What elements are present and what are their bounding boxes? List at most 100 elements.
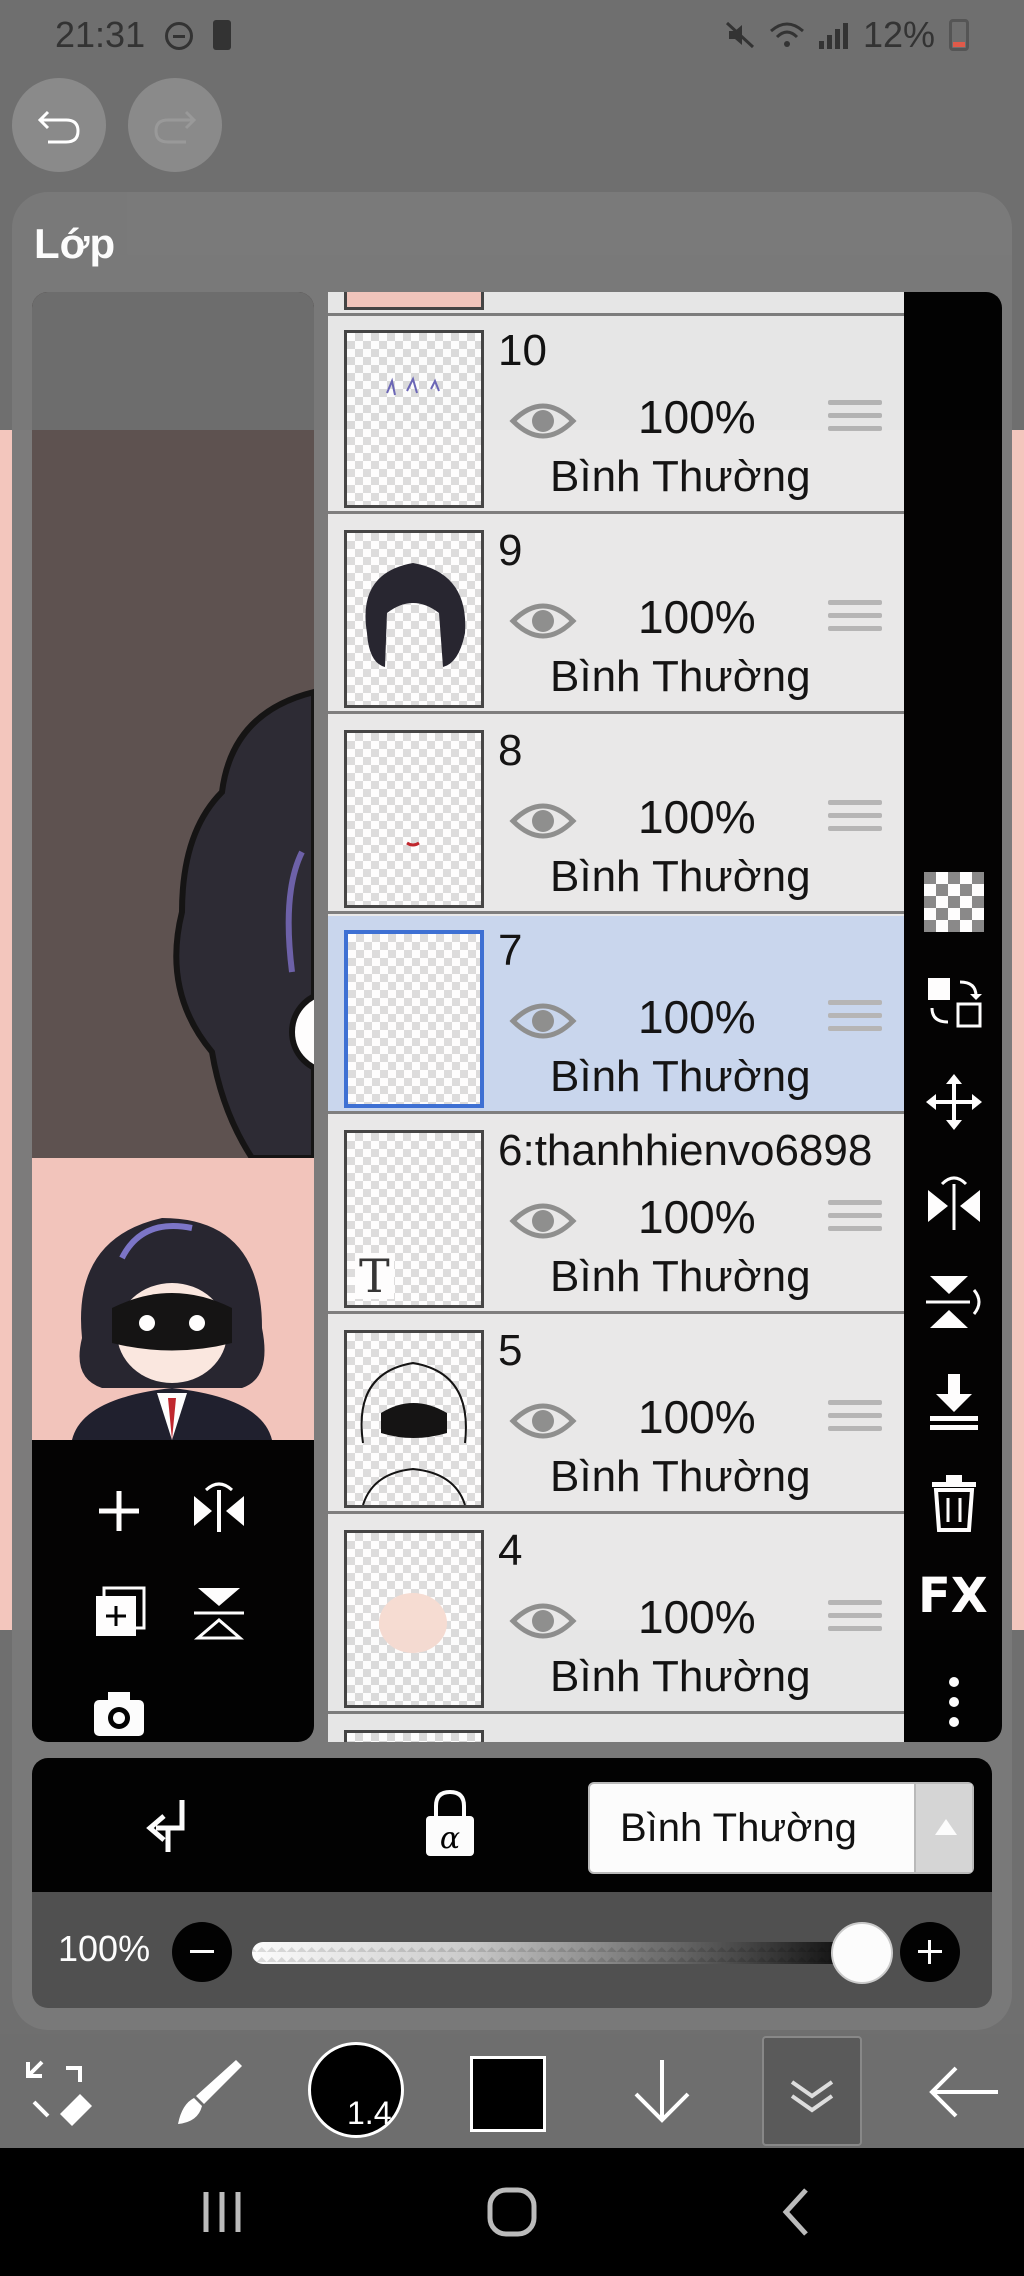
drag-handle-icon[interactable] <box>828 1400 882 1440</box>
layer-row-10[interactable]: 10 100% Bình Thường <box>328 316 904 514</box>
layer-thumbnail <box>344 530 484 708</box>
flip-vertical-icon[interactable] <box>184 1578 254 1648</box>
layer-blend-mode: Bình Thường <box>550 1052 811 1101</box>
more-options-icon[interactable] <box>924 1672 984 1732</box>
layer-tool-strip: FX <box>904 292 1002 1742</box>
color-swatch-button[interactable] <box>470 2056 546 2132</box>
layer-row-7[interactable]: 7 100% Bình Thường <box>328 916 904 1114</box>
redo-button[interactable] <box>128 78 222 172</box>
layer-thumbnail: T <box>344 1130 484 1308</box>
canvas-preview[interactable] <box>32 292 314 1158</box>
opacity-bar: 100% <box>32 1892 992 2008</box>
layer-opacity[interactable]: 100% <box>638 790 756 844</box>
arrow-down-icon[interactable] <box>624 2054 700 2130</box>
layer-thumbnail <box>344 1330 484 1508</box>
layer-opacity[interactable]: 100% <box>638 1590 756 1644</box>
camera-icon[interactable] <box>84 1678 154 1742</box>
drag-handle-icon[interactable] <box>828 1000 882 1040</box>
redo-icon <box>154 110 197 144</box>
drag-handle-icon[interactable] <box>828 600 882 640</box>
layer-name: 4 <box>498 1526 523 1575</box>
layer-panel-button[interactable] <box>762 2036 862 2146</box>
drag-handle-icon[interactable] <box>828 1600 882 1640</box>
drag-handle-icon[interactable] <box>828 800 882 840</box>
visibility-eye-icon[interactable] <box>508 996 578 1046</box>
merge-down-icon[interactable] <box>924 1372 984 1432</box>
transparency-checker-icon[interactable] <box>924 872 984 932</box>
layer-opacity[interactable]: 100% <box>638 1190 756 1244</box>
layer-row-partial-bottom[interactable] <box>328 1716 904 1742</box>
opacity-value: 100% <box>58 1928 151 1969</box>
layer-name: 8 <box>498 726 523 775</box>
add-layer-icon[interactable] <box>84 1476 154 1546</box>
visibility-eye-icon[interactable] <box>508 1196 578 1246</box>
signal-icon <box>818 21 849 49</box>
drag-handle-icon[interactable] <box>828 400 882 440</box>
brush-size-button[interactable]: 1.4 <box>308 2042 404 2138</box>
opacity-decrease-button[interactable] <box>172 1922 232 1982</box>
layer-thumbnail-preview <box>32 1158 314 1440</box>
undo-icon <box>37 110 80 144</box>
flip-horizontal-icon[interactable] <box>924 1172 984 1232</box>
back-icon[interactable] <box>768 2182 828 2242</box>
status-bar: 21:31 12% <box>0 0 1024 76</box>
visibility-eye-icon[interactable] <box>508 796 578 846</box>
back-arrow-icon[interactable] <box>926 2054 1002 2130</box>
layer-opacity[interactable]: 100% <box>638 1390 756 1444</box>
home-icon[interactable] <box>482 2182 542 2242</box>
brush-icon[interactable] <box>170 2054 246 2130</box>
layer-list[interactable]: 10 100% Bình Thường 9 100% Bình Thường 8… <box>328 292 904 1742</box>
layer-row-5[interactable]: 5 100% Bình Thường <box>328 1316 904 1514</box>
layer-row-6[interactable]: T 6:thanhhienvo6898 100% Bình Thường <box>328 1116 904 1314</box>
swap-layer-icon[interactable] <box>924 972 984 1032</box>
text-layer-icon: T <box>355 1253 394 1299</box>
layer-opacity[interactable]: 100% <box>638 990 756 1044</box>
alpha-lock-icon[interactable]: α <box>420 1788 480 1858</box>
battery-saver-icon <box>213 20 231 50</box>
flip-vertical-icon[interactable] <box>924 1272 984 1332</box>
brush-size-value: 1.4 <box>347 2095 392 2131</box>
battery-icon <box>949 19 969 51</box>
visibility-eye-icon[interactable] <box>508 1596 578 1646</box>
layer-blend-mode: Bình Thường <box>550 1252 811 1301</box>
layer-name: 9 <box>498 526 523 575</box>
layer-opacity[interactable]: 100% <box>638 590 756 644</box>
layer-name: 7 <box>498 926 523 975</box>
visibility-eye-icon[interactable] <box>508 396 578 446</box>
transform-eraser-icon[interactable] <box>20 2054 96 2130</box>
layer-thumbnail <box>344 1530 484 1708</box>
merge-layer-icon[interactable] <box>184 1476 254 1546</box>
blend-mode-bar: α Bình Thường <box>32 1758 992 1892</box>
layer-opacity[interactable]: 100% <box>638 390 756 444</box>
blend-mode-value: Bình Thường <box>620 1806 857 1850</box>
layer-preview-column <box>32 292 314 1742</box>
bottom-toolbar: 1.4 <box>0 2034 1024 2148</box>
duplicate-layer-icon[interactable] <box>84 1578 154 1648</box>
undo-button[interactable] <box>12 78 106 172</box>
trash-icon[interactable] <box>924 1472 984 1532</box>
drag-handle-icon[interactable] <box>828 1200 882 1240</box>
dropdown-arrow-icon[interactable] <box>914 1784 972 1872</box>
blend-mode-select[interactable]: Bình Thường <box>588 1782 974 1874</box>
recent-apps-icon[interactable] <box>192 2182 252 2242</box>
clipping-icon[interactable] <box>142 1792 202 1856</box>
layer-name: 5 <box>498 1326 523 1375</box>
layer-row-9[interactable]: 9 100% Bình Thường <box>328 516 904 714</box>
move-icon[interactable] <box>924 1072 984 1132</box>
layer-row-8[interactable]: 8 100% Bình Thường <box>328 716 904 914</box>
layer-thumbnail <box>344 330 484 508</box>
visibility-eye-icon[interactable] <box>508 1396 578 1446</box>
navigation-bar <box>0 2148 1024 2276</box>
layer-row-4[interactable]: 4 100% Bình Thường <box>328 1516 904 1714</box>
layer-row-partial[interactable] <box>328 292 904 316</box>
opacity-slider-knob[interactable] <box>831 1922 893 1984</box>
layer-thumbnail <box>344 930 484 1108</box>
opacity-slider[interactable] <box>252 1942 872 1964</box>
mute-icon <box>725 21 754 49</box>
layer-panel: Lớp 10 100% Bình Thường 9 100% Bình Thườ… <box>12 192 1012 2030</box>
layer-blend-mode: Bình Thường <box>550 1452 811 1501</box>
opacity-increase-button[interactable] <box>900 1922 960 1982</box>
visibility-eye-icon[interactable] <box>508 596 578 646</box>
layer-name: 6:thanhhienvo6898 <box>498 1126 873 1175</box>
fx-button[interactable]: FX <box>918 1568 988 1628</box>
